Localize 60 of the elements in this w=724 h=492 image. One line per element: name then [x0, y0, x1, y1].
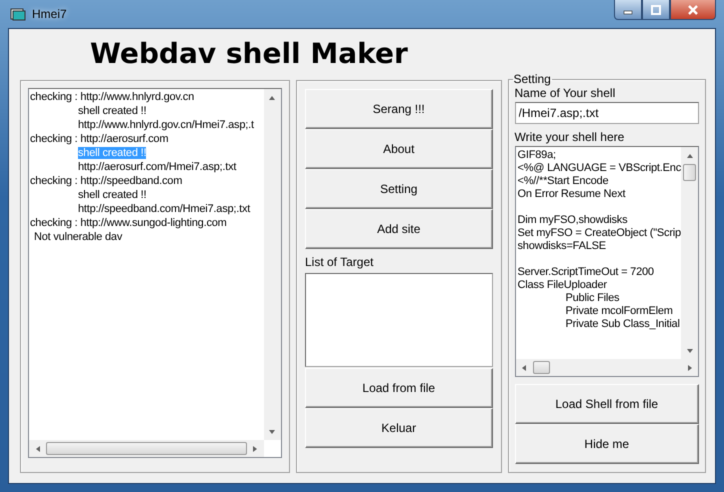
code-editor[interactable]	[514, 146, 699, 377]
vertical-scrollbar[interactable]	[681, 147, 698, 359]
push-button[interactable]: Add site	[304, 209, 492, 249]
code-line: Public Files	[566, 292, 620, 304]
log-line: checking : http://aerosurf.com	[30, 133, 168, 145]
scroll-thumb[interactable]	[683, 164, 696, 181]
right-arrow-icon[interactable]	[253, 446, 258, 452]
code-line: Private mcolFormElem	[566, 305, 673, 317]
log-line: checking : http://speedband.com	[30, 175, 182, 187]
maximize-button[interactable]	[642, 0, 670, 20]
list-label: List of Target	[304, 255, 374, 269]
push-button[interactable]: Keluar	[304, 408, 492, 448]
log-line: shell created !!	[78, 105, 146, 117]
push-button[interactable]: Setting	[304, 169, 492, 209]
left-arrow-icon[interactable]	[36, 446, 40, 452]
horizontal-scrollbar[interactable]	[516, 359, 698, 376]
code-line: Set myFSO = CreateObject ("Scrip	[518, 227, 681, 239]
code-line: Class FileUploader	[518, 279, 607, 291]
close-button[interactable]	[670, 0, 716, 20]
maximize-icon	[651, 4, 661, 14]
app-heading: Webdav shell Maker	[90, 36, 409, 72]
input-field[interactable]: /Hmei7.asp;.txt	[514, 102, 699, 124]
left-arrow-icon[interactable]	[522, 364, 526, 370]
push-button[interactable]: Serang !!!	[304, 89, 492, 129]
push-button[interactable]: Load Shell from file	[514, 384, 699, 424]
group-legend: Setting	[512, 72, 552, 86]
vertical-scrollbar[interactable]	[264, 89, 281, 440]
push-button[interactable]: Hide me	[514, 424, 699, 464]
code-line: Server.ScriptTimeOut = 7200	[518, 266, 654, 278]
up-arrow-icon[interactable]	[686, 154, 692, 158]
log-line: shell created !!	[78, 189, 146, 201]
code-line: On Error Resume Next	[518, 188, 626, 200]
log-line: http://speedband.com/Hmei7.asp;.txt	[78, 203, 250, 215]
down-arrow-icon[interactable]	[686, 348, 692, 352]
right-arrow-icon[interactable]	[688, 364, 692, 370]
close-icon	[687, 4, 699, 14]
code-line: Private Sub Class_Initial	[566, 318, 680, 330]
minimize-button[interactable]	[614, 0, 642, 20]
code-line: showdisks=FALSE	[518, 240, 606, 252]
log-line: checking : http://www.sungod-lighting.com	[30, 217, 227, 229]
push-button[interactable]: Load from file	[304, 368, 492, 408]
horizontal-scrollbar[interactable]	[29, 440, 264, 457]
log-line: Not vulnerable dav	[34, 231, 122, 243]
field-label: Write your shell here	[514, 130, 626, 144]
log-line: http://www.hnlyrd.gov.cn/Hmei7.asp;.t	[78, 119, 254, 131]
code-line: GIF89a;	[518, 149, 556, 161]
log-line: checking : http://www.hnlyrd.gov.cn	[30, 91, 194, 103]
window-icon	[10, 7, 26, 21]
log-line: http://aerosurf.com/Hmei7.asp;.txt	[78, 161, 236, 173]
code-line: Dim myFSO,showdisks	[518, 214, 628, 226]
scroll-thumb[interactable]	[532, 361, 550, 374]
code-line: <%@ LANGUAGE = VBScript.Enc	[518, 162, 681, 174]
window-title: Hmei7	[32, 7, 67, 21]
field-label: Name of Your shell	[514, 86, 616, 100]
up-arrow-icon[interactable]	[269, 96, 276, 100]
code-line: <%//**Start Encode	[518, 175, 608, 187]
push-button[interactable]: About	[304, 129, 492, 169]
scroll-thumb[interactable]	[46, 442, 247, 455]
target-list[interactable]	[304, 273, 492, 367]
down-arrow-icon[interactable]	[269, 430, 276, 434]
